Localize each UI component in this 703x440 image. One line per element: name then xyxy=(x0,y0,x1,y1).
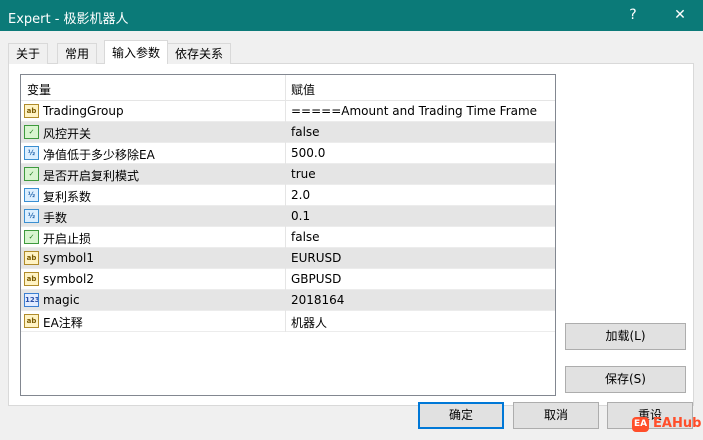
string-type-icon: ab xyxy=(24,104,39,118)
cell-divider xyxy=(285,101,286,122)
parameter-row[interactable]: ✓ 开启止损 false xyxy=(21,227,555,248)
tab-about[interactable]: 关于 xyxy=(8,43,49,64)
grid-rows: ab TradingGroup =====Amount and Trading Ti… xyxy=(21,101,555,332)
eahub-watermark: EA EAHub xyxy=(632,414,702,438)
eahub-logo-icon: EA xyxy=(632,417,649,432)
cell-divider xyxy=(285,122,286,143)
tab-dependencies[interactable]: 依存关系 xyxy=(167,43,232,64)
parameter-row[interactable]: ab symbol1 EURUSD xyxy=(21,248,555,269)
parameter-value[interactable]: 0.1 xyxy=(291,209,310,223)
cell-divider xyxy=(285,269,286,290)
parameter-value[interactable]: =====Amount and Trading Time Frame xyxy=(291,104,537,118)
parameter-row[interactable]: ½ 手数 0.1 xyxy=(21,206,555,227)
parameter-row[interactable]: 123 magic 2018164 xyxy=(21,290,555,311)
parameter-name: 风控开关 xyxy=(43,127,92,141)
close-button[interactable]: ✕ xyxy=(657,0,703,31)
parameter-value[interactable]: 2.0 xyxy=(291,188,310,202)
bool-type-icon: ✓ xyxy=(24,230,39,244)
title-bar: Expert - 极影机器人 ? ✕ xyxy=(0,0,703,31)
parameter-value[interactable]: 500.0 xyxy=(291,146,325,160)
parameter-value[interactable]: 机器人 xyxy=(291,314,327,331)
string-type-icon: ab xyxy=(24,272,39,286)
double-type-icon: ½ xyxy=(24,188,39,202)
parameter-row[interactable]: ab symbol2 GBPUSD xyxy=(21,269,555,290)
parameter-row[interactable]: ab EA注释 机器人 xyxy=(21,311,555,332)
parameter-value[interactable]: false xyxy=(291,230,320,244)
parameter-name: magic xyxy=(43,293,80,307)
save-button[interactable]: 保存(S) xyxy=(565,366,686,393)
parameter-name: TradingGroup xyxy=(43,104,124,118)
parameter-row[interactable]: ✓ 风控开关 false xyxy=(21,122,555,143)
parameter-row[interactable]: ½ 复利系数 2.0 xyxy=(21,185,555,206)
parameter-name: symbol1 xyxy=(43,251,94,265)
parameter-value[interactable]: 2018164 xyxy=(291,293,344,307)
double-type-icon: ½ xyxy=(24,146,39,160)
parameter-grid[interactable]: 变量 赋值 ab TradingGroup =====Amount and Trad… xyxy=(20,74,556,396)
parameter-name: 复利系数 xyxy=(43,190,92,204)
column-divider[interactable] xyxy=(285,75,286,100)
parameter-value[interactable]: EURUSD xyxy=(291,251,341,265)
parameter-value[interactable]: false xyxy=(291,125,320,139)
double-type-icon: ½ xyxy=(24,209,39,223)
tab-common[interactable]: 常用 xyxy=(57,43,98,64)
bool-type-icon: ✓ xyxy=(24,167,39,181)
help-button[interactable]: ? xyxy=(610,0,656,31)
parameter-value[interactable]: true xyxy=(291,167,316,181)
cell-divider xyxy=(285,227,286,248)
parameter-name: 是否开启复利模式 xyxy=(43,169,140,183)
cell-divider xyxy=(285,164,286,185)
ok-button[interactable]: 确定 xyxy=(418,402,504,429)
window-title: Expert - 极影机器人 xyxy=(8,12,129,27)
grid-header: 变量 赋值 xyxy=(21,75,555,101)
parameter-name: 净值低于多少移除EA xyxy=(43,148,155,162)
string-type-icon: ab xyxy=(24,314,39,328)
column-header-value[interactable]: 赋值 xyxy=(291,81,315,98)
parameter-name: 手数 xyxy=(43,211,68,225)
bool-type-icon: ✓ xyxy=(24,125,39,139)
parameter-name: EA注释 xyxy=(43,316,83,330)
parameter-value[interactable]: GBPUSD xyxy=(291,272,341,286)
column-header-variable[interactable]: 变量 xyxy=(27,81,51,98)
cell-divider xyxy=(285,143,286,164)
cell-divider xyxy=(285,248,286,269)
parameter-row[interactable]: ab TradingGroup =====Amount and Trading Ti… xyxy=(21,101,555,122)
load-button[interactable]: 加载(L) xyxy=(565,323,686,350)
cell-divider xyxy=(285,311,286,332)
parameter-name: symbol2 xyxy=(43,272,94,286)
string-type-icon: ab xyxy=(24,251,39,265)
parameter-row[interactable]: ½ 净值低于多少移除EA 500.0 xyxy=(21,143,555,164)
parameter-row[interactable]: ✓ 是否开启复利模式 true xyxy=(21,164,555,185)
int-type-icon: 123 xyxy=(24,293,39,307)
tab-strip: 关于 常用 输入参数 依存关系 xyxy=(0,31,703,64)
cell-divider xyxy=(285,290,286,311)
cell-divider xyxy=(285,185,286,206)
parameter-name: 开启止损 xyxy=(43,232,92,246)
cancel-button[interactable]: 取消 xyxy=(513,402,599,429)
watermark-text: EAHub xyxy=(653,416,702,431)
cell-divider xyxy=(285,206,286,227)
tab-inputs[interactable]: 输入参数 xyxy=(104,40,169,64)
